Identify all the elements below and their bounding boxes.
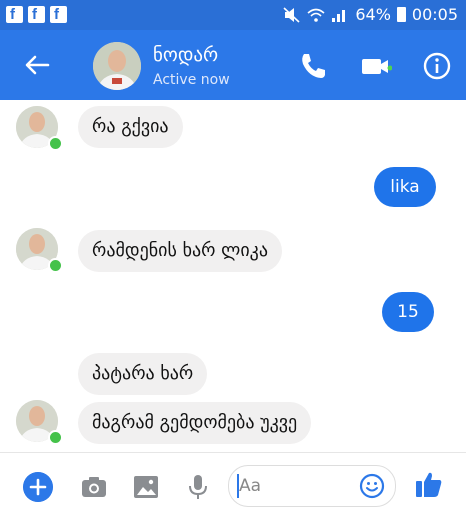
incoming-message[interactable]: რა გქვია (78, 106, 183, 148)
notification-icons: f f f (6, 6, 67, 23)
online-indicator (48, 258, 63, 273)
facebook-icon: f (28, 6, 45, 23)
contact-name[interactable]: ნოდარ (153, 44, 218, 66)
message-input[interactable]: Aa (228, 465, 396, 507)
gallery-icon[interactable] (132, 473, 160, 501)
info-icon[interactable] (421, 50, 453, 82)
incoming-message[interactable]: პატარა ხარ (78, 353, 208, 395)
back-arrow-icon[interactable] (22, 50, 52, 80)
thumbs-up-icon[interactable] (414, 469, 444, 499)
message-input-placeholder: Aa (239, 476, 262, 496)
plus-icon[interactable] (23, 472, 53, 502)
camera-icon[interactable] (80, 473, 108, 501)
outgoing-message[interactable]: lika (374, 167, 436, 207)
facebook-icon: f (50, 6, 67, 23)
battery-percent: 64% (355, 5, 391, 24)
online-indicator (48, 430, 63, 445)
status-bar: f f f 64% 00:05 (0, 0, 466, 30)
outgoing-message[interactable]: 15 (382, 292, 434, 332)
wifi-icon (307, 8, 325, 22)
clock: 00:05 (411, 5, 458, 24)
video-call-icon[interactable] (360, 50, 392, 82)
facebook-icon: f (6, 6, 23, 23)
phone-call-icon[interactable] (296, 50, 328, 82)
message-list[interactable]: რა გქვია lika რამდენის ხარ ლიკა 15 პატარ… (0, 100, 466, 450)
composer-bar: Aa (0, 452, 466, 515)
conversation-header: ნოდარ Active now (0, 30, 466, 100)
active-status: Active now (153, 72, 230, 88)
contact-avatar[interactable] (93, 42, 141, 90)
mute-icon (283, 6, 300, 23)
battery-icon (396, 7, 406, 22)
incoming-message[interactable]: რამდენის ხარ ლიკა (78, 230, 282, 272)
online-indicator (48, 136, 63, 151)
incoming-message[interactable]: მაგრამ გემდომება უკვე (78, 402, 312, 444)
emoji-icon[interactable] (359, 473, 385, 499)
signal-icon (332, 9, 346, 22)
microphone-icon[interactable] (184, 473, 212, 501)
